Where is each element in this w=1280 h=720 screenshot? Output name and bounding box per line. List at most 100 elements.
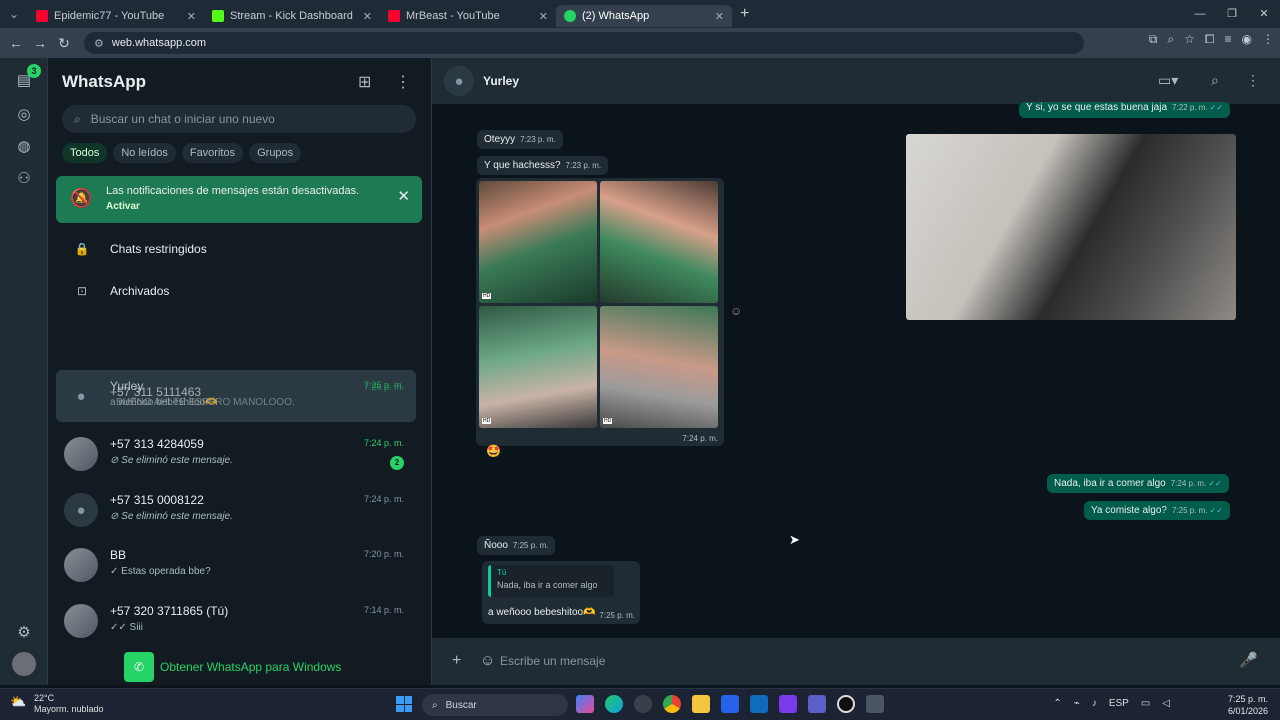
tab-kick[interactable]: Stream - Kick Dashboard ✕ [204, 5, 380, 27]
install-app-icon[interactable]: ⧉ [1149, 32, 1158, 47]
extensions-icon[interactable]: ⧠ [1205, 32, 1215, 47]
activate-link[interactable]: Activar [106, 201, 140, 212]
get-windows-app-link[interactable]: ✆ Obtener WhatsApp para Windows [124, 652, 341, 682]
profile-avatar-icon[interactable]: ◉ [1242, 32, 1252, 47]
filter-favorites[interactable]: Favoritos [181, 143, 244, 163]
teams-icon[interactable] [808, 695, 826, 713]
edge-icon[interactable] [605, 695, 623, 713]
new-tab-button[interactable]: + [740, 5, 749, 23]
maximize-icon[interactable]: ❐ [1216, 0, 1248, 28]
close-tab-icon[interactable]: ✕ [363, 10, 372, 23]
status-icon[interactable]: ◎ [12, 102, 36, 126]
close-tab-icon[interactable]: ✕ [187, 10, 196, 23]
chat-item-yurley[interactable]: ● Yurley +57 311 5111463 a weñooo bebesh… [56, 370, 416, 422]
display-icon[interactable]: ▭ [1141, 698, 1150, 709]
photo-thumbnail[interactable]: HD [479, 181, 597, 303]
volume-icon[interactable]: ◁ [1162, 698, 1170, 709]
chat-item[interactable]: +57 320 3711865 (Tú) ✓✓ Siii 7:14 p. m. [56, 595, 416, 647]
microphone-icon[interactable]: 🎤 [1239, 651, 1258, 669]
menu-icon[interactable]: ⋮ [1246, 72, 1260, 89]
clock[interactable]: 7:25 p. m. 6/01/2026 [1228, 693, 1268, 717]
new-chat-icon[interactable]: ⊞ [358, 72, 371, 92]
video-call-icon[interactable]: ▭▾ [1158, 72, 1178, 89]
quoted-message[interactable]: Tú Nada, iba ir a comer algo [488, 565, 614, 597]
app-icon[interactable] [634, 695, 652, 713]
chat-item[interactable]: +57 313 4284059 ⊘ Se eliminó este mensaj… [56, 428, 416, 480]
message-input[interactable] [500, 650, 1220, 672]
chrome-icon[interactable] [663, 695, 681, 713]
outgoing-message[interactable]: Ya comiste algo? 7:25 p. m. ✓✓ [1084, 501, 1230, 520]
start-windows-icon[interactable] [396, 696, 412, 712]
photo-album[interactable]: HD HD HD 7:24 p. m. [476, 178, 724, 446]
photo-thumbnail[interactable] [600, 181, 718, 303]
menu-icon[interactable]: ⋮ [1262, 32, 1274, 47]
chat-preview: ⊘ Se eliminó este mensaje. [110, 511, 233, 522]
copilot-icon[interactable] [576, 695, 594, 713]
whatsapp-icon [564, 10, 576, 22]
video-message-thumbnail[interactable] [906, 134, 1236, 320]
network-icon[interactable]: ⌁ [1074, 698, 1080, 709]
file-explorer-icon[interactable] [692, 695, 710, 713]
tab-whatsapp[interactable]: (2) WhatsApp ✕ [556, 5, 732, 27]
photo-thumbnail[interactable]: HD [600, 306, 718, 428]
tab-mrbeast[interactable]: MrBeast - YouTube ✕ [380, 5, 556, 27]
chat-item[interactable]: ● +57 315 0008122 ⊘ Se eliminó este mens… [56, 484, 416, 536]
archived-row[interactable]: ⊡ Archivados [74, 280, 169, 302]
back-icon[interactable]: ← [4, 35, 28, 51]
tab-title: Stream - Kick Dashboard [230, 10, 353, 22]
reply-message[interactable]: Tú Nada, iba ir a comer algo a weñooo be… [482, 561, 640, 624]
app-icon[interactable] [837, 695, 855, 713]
filter-all[interactable]: Todos [62, 143, 108, 163]
minimize-icon[interactable]: — [1184, 0, 1216, 28]
close-window-icon[interactable]: ✕ [1248, 0, 1280, 28]
close-icon[interactable]: ✕ [397, 187, 410, 205]
communities-icon[interactable]: ⚇ [12, 166, 36, 190]
outgoing-message[interactable]: Nada, iba ir a comer algo 7:24 p. m. ✓✓ [1047, 474, 1229, 493]
filter-unread[interactable]: No leídos [113, 143, 176, 163]
search-input[interactable]: ⌕ Buscar un chat o iniciar uno nuevo [62, 105, 416, 133]
photo-thumbnail[interactable]: HD [479, 306, 597, 428]
taskbar-search[interactable]: ⌕ Buscar [422, 694, 568, 716]
emoji-reaction-icon[interactable]: ☺ [730, 304, 742, 318]
attach-plus-icon[interactable]: + [452, 652, 461, 670]
menu-icon[interactable]: ⋮ [395, 72, 411, 92]
forward-icon[interactable]: → [28, 35, 52, 51]
chat-name: +57 313 4284059 [110, 437, 204, 451]
weather-widget[interactable]: ⛅ 22°C Mayorm. nublado [8, 693, 104, 715]
chats-unread-badge: 3 [27, 64, 41, 78]
site-info-icon[interactable]: ⚙ [94, 37, 104, 50]
url-field[interactable]: ⚙ web.whatsapp.com [84, 32, 1084, 54]
sticker-icon[interactable]: ☺ [480, 652, 495, 669]
app-icon[interactable] [779, 695, 797, 713]
contact-avatar[interactable]: ● [444, 66, 474, 96]
chat-preview: ✓✓ Siii [110, 622, 143, 633]
media-icon[interactable]: ≡ [1225, 32, 1232, 47]
incoming-message[interactable]: Ñooo 7:25 p. m. [477, 536, 556, 555]
search-icon[interactable]: ⌕ [1211, 72, 1219, 89]
close-tab-icon[interactable]: ✕ [715, 10, 724, 23]
windows-taskbar: ⛅ 22°C Mayorm. nublado ⌕ Buscar ⌃ ⌁ ♪ ES… [0, 688, 1280, 720]
chevron-up-icon[interactable]: ⌃ [1053, 698, 1061, 709]
incoming-message[interactable]: Oteyyy 7:23 p. m. [477, 130, 563, 149]
store-icon[interactable] [721, 695, 739, 713]
conversation-header[interactable]: ● Yurley ▭▾ ⌕ ⋮ [432, 58, 1280, 104]
chat-item[interactable]: BB ✓ Estas operada bbe? 7:20 p. m. [56, 539, 416, 591]
microphone-icon[interactable]: ♪ [1092, 698, 1097, 709]
restricted-chats-row[interactable]: 🔒 Chats restringidos [74, 238, 207, 260]
zoom-icon[interactable]: ⌕ [1167, 32, 1174, 47]
bookmark-star-icon[interactable]: ☆ [1184, 32, 1195, 47]
profile-avatar[interactable] [12, 652, 36, 676]
language-indicator[interactable]: ESP [1109, 698, 1129, 709]
channels-icon[interactable]: ◍ [12, 134, 36, 158]
reload-icon[interactable]: ↻ [52, 35, 76, 52]
filter-groups[interactable]: Grupos [249, 143, 302, 163]
incoming-message[interactable]: Y que hachesss? 7:23 p. m. [477, 156, 609, 175]
tab-epidemic77[interactable]: Epidemic77 - YouTube ✕ [28, 5, 204, 27]
settings-gear-icon[interactable]: ⚙ [12, 620, 36, 644]
reaction-emoji[interactable]: 🤩 [486, 444, 501, 458]
close-tab-icon[interactable]: ✕ [539, 10, 548, 23]
outlook-icon[interactable] [750, 695, 768, 713]
outgoing-message[interactable]: Y si, yo se que estas buena jaja 7:22 p. … [1019, 102, 1231, 118]
calculator-icon[interactable] [866, 695, 884, 713]
tab-search-icon[interactable]: ⌄ [0, 0, 28, 28]
